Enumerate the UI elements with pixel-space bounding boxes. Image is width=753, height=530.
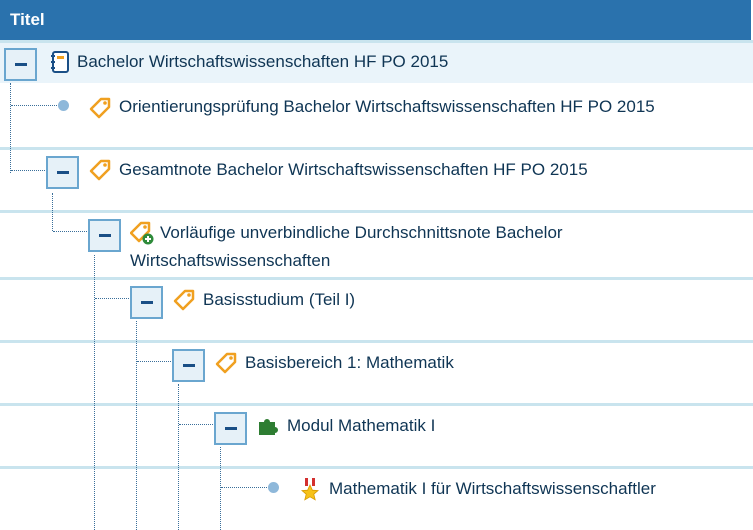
- row-separator: [0, 403, 753, 406]
- tree-line: [95, 298, 129, 299]
- tree-node-label[interactable]: Mathematik I für Wirtschaftswissenschaft…: [329, 475, 656, 503]
- notebook-icon: [48, 50, 72, 74]
- collapse-toggle[interactable]: [46, 156, 79, 189]
- tree-line: [94, 255, 95, 530]
- collapse-toggle[interactable]: [214, 412, 247, 445]
- tree-line: [179, 424, 213, 425]
- puzzle-icon: [256, 414, 280, 438]
- collapse-toggle[interactable]: [4, 48, 37, 81]
- tree-line: [137, 361, 171, 362]
- tag-icon: [88, 96, 112, 120]
- tree-line: [11, 105, 57, 106]
- tree-line: [221, 487, 267, 488]
- row-separator: [0, 340, 753, 343]
- tree-line: [220, 447, 221, 530]
- row-separator: [0, 147, 753, 150]
- tree-line: [53, 231, 87, 232]
- leaf-node-dot: [58, 100, 69, 111]
- collapse-toggle[interactable]: [130, 286, 163, 319]
- award-star-icon: [298, 477, 322, 501]
- row-separator: [0, 210, 753, 213]
- row-separator: [0, 277, 753, 280]
- column-header-title[interactable]: Titel: [0, 0, 751, 40]
- tree-line: [10, 83, 11, 173]
- tree-line: [136, 321, 137, 530]
- tree-node-label[interactable]: Gesamtnote Bachelor Wirtschaftswissensch…: [119, 156, 588, 184]
- tree-node-label[interactable]: Basisbereich 1: Mathematik: [245, 349, 454, 377]
- tree-node-label[interactable]: Bachelor Wirtschaftswissenschaften HF PO…: [77, 48, 448, 76]
- tree-line: [178, 384, 179, 530]
- tree-node-label[interactable]: Modul Mathematik I: [287, 412, 435, 440]
- tree-node-label[interactable]: Basisstudium (Teil I): [203, 286, 355, 314]
- column-header-label: Titel: [10, 10, 45, 29]
- tag-icon: [172, 288, 196, 312]
- tree-node-label[interactable]: Vorläufige unverbindliche Durchschnittsn…: [130, 219, 750, 275]
- row-separator: [0, 40, 753, 43]
- leaf-node-dot: [268, 482, 279, 493]
- tag-icon: [88, 158, 112, 182]
- collapse-toggle[interactable]: [172, 349, 205, 382]
- tag-icon: [214, 351, 238, 375]
- tree-line: [52, 193, 53, 231]
- row-separator: [0, 466, 753, 469]
- collapse-toggle[interactable]: [88, 219, 121, 252]
- tree-line: [11, 170, 45, 171]
- tree-node-label[interactable]: Orientierungsprüfung Bachelor Wirtschaft…: [119, 93, 655, 121]
